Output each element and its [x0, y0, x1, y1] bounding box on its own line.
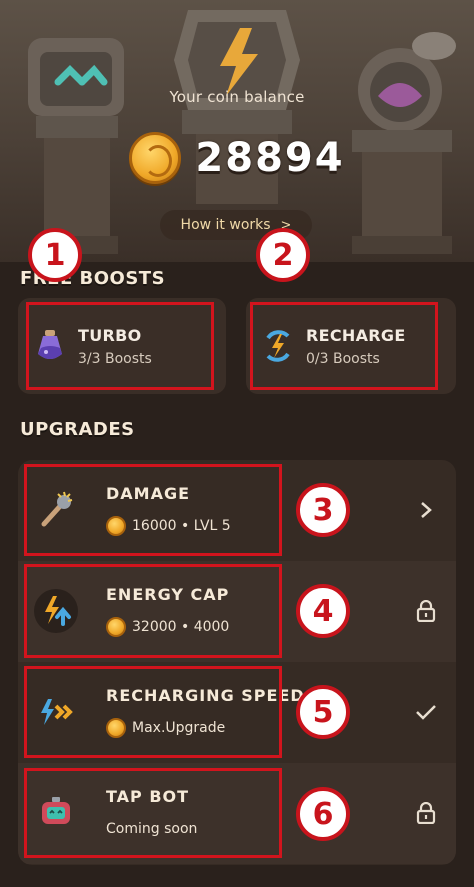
turbo-label: TURBO	[78, 325, 142, 345]
tap-bot-title: TAP BOT	[106, 787, 190, 806]
recharge-icon	[260, 328, 296, 364]
check-icon	[414, 700, 438, 724]
lock-icon	[414, 801, 438, 825]
damage-title: DAMAGE	[106, 484, 191, 503]
how-it-works-label: How it works	[180, 217, 271, 233]
recharging-speed-status: Max.Upgrade	[106, 718, 225, 738]
mace-icon	[34, 488, 78, 532]
coin-icon	[106, 617, 126, 637]
annotation-badge-6: 6	[296, 787, 350, 841]
lock-icon	[414, 599, 438, 623]
damage-cost-label: 16000 • LVL 5	[132, 518, 231, 534]
recharge-label: RECHARGE	[306, 325, 406, 345]
recharging-speed-status-label: Max.Upgrade	[132, 720, 226, 736]
lightning-speed-icon	[34, 690, 78, 734]
turbo-boost-card[interactable]: TURBO 3/3 Boosts	[18, 298, 226, 394]
recharging-speed-title: RECHARGING SPEED	[106, 686, 305, 705]
upgrades-heading: UPGRADES	[20, 419, 135, 440]
annotation-badge-1: 1	[28, 228, 82, 282]
tap-bot-status: Coming soon	[106, 821, 198, 837]
balance-row: 28894	[0, 128, 474, 188]
annotation-badge-2: 2	[256, 228, 310, 282]
energy-cap-cost-label: 32000 • 4000	[132, 619, 230, 635]
potion-icon	[32, 328, 68, 364]
energy-up-icon	[34, 589, 78, 633]
annotation-badge-5: 5	[296, 685, 350, 739]
damage-cost: 16000 • LVL 5	[106, 516, 231, 536]
upgrade-row-recharging-speed[interactable]: RECHARGING SPEED Max.Upgrade	[18, 662, 456, 763]
turbo-count: 3/3 Boosts	[78, 350, 152, 367]
chevron-right-icon[interactable]	[414, 498, 438, 522]
upgrade-row-tap-bot[interactable]: TAP BOT Coming soon	[18, 763, 456, 864]
balance-value: 28894	[195, 135, 345, 181]
annotation-badge-3: 3	[296, 483, 350, 537]
annotation-badge-4: 4	[296, 584, 350, 638]
upgrade-row-damage[interactable]: DAMAGE 16000 • LVL 5	[18, 460, 456, 561]
coin-icon	[106, 516, 126, 536]
upgrade-list: DAMAGE 16000 • LVL 5 ENERGY CAP 32000 • …	[18, 460, 456, 865]
hero-header: Your coin balance 28894 How it works >	[0, 0, 474, 262]
recharge-boost-card[interactable]: RECHARGE 0/3 Boosts	[246, 298, 456, 394]
upgrade-row-energy-cap[interactable]: ENERGY CAP 32000 • 4000	[18, 561, 456, 662]
energy-cap-cost: 32000 • 4000	[106, 617, 229, 637]
recharge-count: 0/3 Boosts	[306, 350, 380, 367]
energy-cap-title: ENERGY CAP	[106, 585, 230, 604]
coin-icon	[106, 718, 126, 738]
coin-icon	[129, 132, 182, 184]
robot-icon	[34, 791, 78, 835]
balance-label: Your coin balance	[169, 88, 305, 106]
